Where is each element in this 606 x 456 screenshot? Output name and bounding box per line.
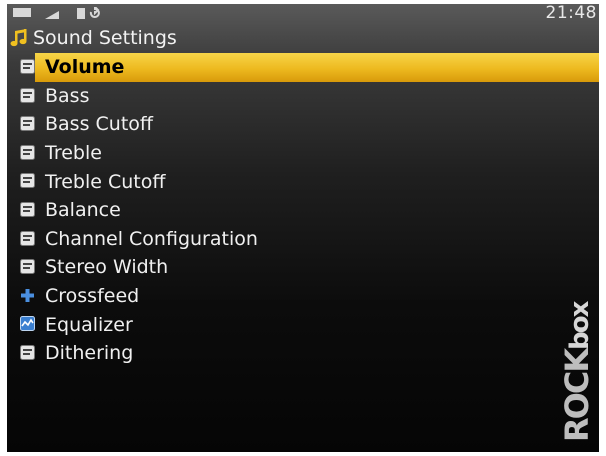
page-title: Sound Settings xyxy=(33,27,177,49)
menu-item-label: Channel Configuration xyxy=(45,227,258,250)
menu-item-bass-cutoff[interactable]: Bass Cutoff xyxy=(7,110,599,139)
volume-icon xyxy=(45,11,59,19)
setting-icon xyxy=(20,87,35,103)
music-note-icon xyxy=(10,29,27,47)
clock: 21:48 xyxy=(545,4,597,23)
repeat-icon xyxy=(89,7,100,18)
menu-header: Sound Settings xyxy=(10,26,177,50)
battery-icon xyxy=(13,8,31,17)
menu-item-crossfeed[interactable]: Crossfeed xyxy=(7,282,599,311)
menu-item-equalizer[interactable]: Equalizer xyxy=(7,310,599,339)
setting-icon xyxy=(20,144,35,160)
settings-menu: Volume Bass Bass Cutoff Treble Treble Cu… xyxy=(7,53,599,368)
menu-item-label: Crossfeed xyxy=(45,285,140,308)
setting-icon xyxy=(20,344,35,360)
menu-item-volume[interactable]: Volume xyxy=(20,53,599,82)
menu-item-label: Bass Cutoff xyxy=(45,113,153,136)
menu-item-label: Dithering xyxy=(45,342,134,365)
menu-item-balance[interactable]: Balance xyxy=(7,196,599,225)
menu-item-stereo-width[interactable]: Stereo Width xyxy=(7,253,599,282)
menu-item-treble-cutoff[interactable]: Treble Cutoff xyxy=(7,167,599,196)
setting-icon xyxy=(20,59,35,74)
menu-item-label: Stereo Width xyxy=(45,256,169,279)
menu-item-label: Bass xyxy=(45,84,90,107)
setting-icon xyxy=(20,259,35,275)
setting-icon xyxy=(20,173,35,189)
player-screen: 21:48 Sound Settings Volume Bass Bass Cu… xyxy=(7,4,599,452)
menu-item-channel-configuration[interactable]: Channel Configuration xyxy=(7,225,599,254)
status-bar: 21:48 xyxy=(7,4,599,24)
menu-item-label: Treble Cutoff xyxy=(45,170,166,193)
svg-text:ROCKbox: ROCKbox xyxy=(558,300,595,442)
menu-item-label: Treble xyxy=(45,142,102,165)
rockbox-logo: ROCKbox xyxy=(558,300,595,442)
setting-icon xyxy=(20,116,35,132)
menu-item-dithering[interactable]: Dithering xyxy=(7,339,599,368)
equalizer-icon xyxy=(20,316,35,332)
menu-item-treble[interactable]: Treble xyxy=(7,139,599,168)
menu-item-label: Volume xyxy=(45,56,125,79)
plus-icon xyxy=(21,288,34,302)
setting-icon xyxy=(20,201,35,217)
menu-item-label: Balance xyxy=(45,199,121,222)
menu-item-bass[interactable]: Bass xyxy=(7,82,599,111)
setting-icon xyxy=(20,230,35,246)
hold-icon xyxy=(77,8,85,19)
menu-item-label: Equalizer xyxy=(45,313,133,336)
